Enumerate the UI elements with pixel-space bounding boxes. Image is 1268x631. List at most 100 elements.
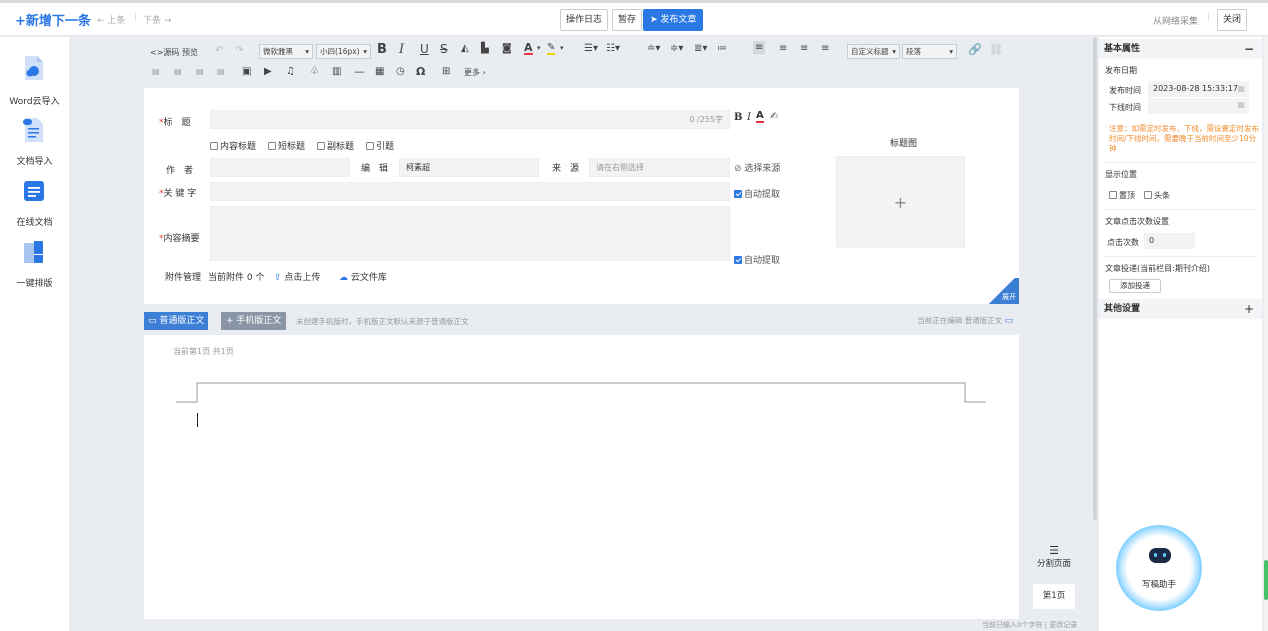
click-count-input[interactable]: 0 <box>1144 233 1195 249</box>
table-center-icon[interactable]: ▤ <box>174 67 182 76</box>
upload-link[interactable]: ⇪ 点击上传 <box>274 270 320 283</box>
page-badge[interactable]: 第1页 <box>1033 584 1075 609</box>
format-brush-icon[interactable]: ▙ <box>481 43 489 54</box>
other-settings-header[interactable]: 其他设置 + <box>1099 299 1262 319</box>
editor-area[interactable]: 当前第1页 共1页 <box>144 335 1019 619</box>
time-icon[interactable]: ◷ <box>396 66 405 77</box>
special-char-icon[interactable]: Ω <box>416 65 425 78</box>
publish-button[interactable]: ➤ 发布文章 <box>643 9 704 31</box>
pos-option-top[interactable]: 置顶 <box>1109 190 1135 201</box>
underline-icon[interactable]: U <box>420 42 429 56</box>
title-option-content[interactable]: 内容标题 <box>210 139 256 152</box>
align-justify-icon[interactable]: ≡ <box>821 43 829 54</box>
publish-time-input[interactable]: 2023-08-28 15:33:17 ▦ <box>1148 81 1249 97</box>
source-button[interactable]: <>源码 <box>150 47 179 58</box>
checkbox-checked[interactable] <box>734 256 742 264</box>
source-input[interactable]: 请在右侧选择 <box>589 158 730 177</box>
unordered-list-icon[interactable]: ☷▾ <box>606 43 620 54</box>
fold-toggle[interactable]: 展开 <box>985 278 1019 304</box>
paragraph-select[interactable]: 段落 ▾ <box>902 44 957 59</box>
unlink-icon[interactable]: ⛓ <box>989 43 1003 56</box>
title-format-icon[interactable]: ✍ <box>770 111 778 122</box>
checkbox[interactable] <box>1109 191 1117 199</box>
list-indent-icon[interactable]: ≔ <box>717 43 727 54</box>
author-input[interactable] <box>210 158 350 177</box>
checkbox[interactable] <box>268 142 276 150</box>
cloud-lib-link[interactable]: ☁ 云文件库 <box>339 270 387 283</box>
eraser-icon[interactable]: ◭ <box>461 43 469 54</box>
auto-extract-summary[interactable]: 自动提取 <box>734 253 780 266</box>
collapse-icon[interactable]: − <box>1244 39 1254 59</box>
title-image-upload[interactable]: + <box>836 156 965 248</box>
tab-normal-content[interactable]: ▭ 普通版正文 <box>144 312 209 330</box>
font-size-select[interactable]: 小四(16px) ▾ <box>316 44 371 59</box>
prev-button[interactable]: ← 上条 <box>97 13 125 26</box>
title-input[interactable]: 0 /255字 <box>210 110 730 129</box>
save-draft-button[interactable]: 暂存 <box>612 9 643 31</box>
align-center-icon[interactable]: ≡ <box>779 43 787 54</box>
title-bold-icon[interactable]: B <box>734 112 742 123</box>
title-italic-icon[interactable]: I <box>747 112 751 123</box>
checkbox-checked[interactable] <box>734 190 742 198</box>
align-right-icon[interactable]: ≡ <box>800 43 808 54</box>
next-button[interactable]: 下条 → <box>143 13 171 26</box>
para-spacing-icon[interactable]: ≑▾ <box>670 43 683 54</box>
font-family-select[interactable]: 微软雅黑 ▾ <box>259 44 313 59</box>
scrollbar-editor[interactable] <box>1093 37 1097 527</box>
attachment-icon[interactable]: ♧ <box>310 66 319 77</box>
scrollbar-thumb[interactable] <box>1264 560 1268 600</box>
align-left-icon[interactable]: ≡ <box>753 41 766 54</box>
table-none-icon[interactable]: ▤ <box>217 67 225 76</box>
new-next-button[interactable]: +新增下一条 <box>15 10 91 29</box>
expand-icon[interactable]: + <box>1244 299 1254 319</box>
keywords-input[interactable] <box>210 182 730 201</box>
chevron-down-icon[interactable]: ▾ <box>560 44 564 52</box>
offline-time-input[interactable]: ▦ <box>1148 98 1249 114</box>
basic-props-header[interactable]: 基本属性 − <box>1099 39 1262 59</box>
more-button[interactable]: 更多 › <box>464 67 486 78</box>
checkbox[interactable] <box>366 142 374 150</box>
font-color-icon[interactable]: A <box>524 42 533 55</box>
highlight-icon[interactable]: ✎ <box>547 42 556 55</box>
net-collect-link[interactable]: 从网络采集 <box>1153 14 1198 27</box>
add-submit-button[interactable]: 添加投递 <box>1109 279 1161 293</box>
redo-icon[interactable]: ↷ <box>235 45 243 56</box>
title-option-lead[interactable]: 引题 <box>366 139 394 152</box>
link-icon[interactable]: 🔗 <box>968 43 982 56</box>
auto-extract-keywords[interactable]: 自动提取 <box>734 187 780 200</box>
italic-icon[interactable]: I <box>399 42 404 57</box>
video-icon[interactable]: ▶ <box>264 66 272 77</box>
table-left-icon[interactable]: ▤ <box>152 67 160 76</box>
audio-icon[interactable]: ♫ <box>286 66 295 77</box>
date-icon[interactable]: ▦ <box>375 66 384 77</box>
close-button[interactable]: 关闭 <box>1217 9 1248 31</box>
summary-textarea[interactable] <box>210 206 730 261</box>
split-page-button[interactable]: ☰ 分割页面 <box>1033 545 1075 570</box>
title-option-short[interactable]: 短标题 <box>268 139 305 152</box>
strikethrough-icon[interactable]: S <box>440 42 448 56</box>
table-right-icon[interactable]: ▤ <box>196 67 204 76</box>
checkbox[interactable] <box>210 142 218 150</box>
clear-format-icon[interactable]: ◙ <box>502 43 512 54</box>
scrollbar[interactable] <box>1264 37 1268 631</box>
undo-icon[interactable]: ↶ <box>215 45 223 56</box>
preview-button[interactable]: 预览 <box>182 47 198 58</box>
chevron-down-icon[interactable]: ▾ <box>537 44 541 52</box>
checkbox[interactable] <box>1144 191 1152 199</box>
editor-input[interactable]: 柯素超 <box>399 158 539 177</box>
checkbox[interactable] <box>317 142 325 150</box>
ordered-list-icon[interactable]: ☰▾ <box>584 43 598 54</box>
choose-source-link[interactable]: ⊘ 选择来源 <box>734 161 780 174</box>
title-option-sub[interactable]: 副标题 <box>317 139 354 152</box>
horizontal-line-icon[interactable]: — <box>354 65 365 78</box>
tab-mobile-content[interactable]: + 手机版正文 <box>221 312 287 330</box>
image-icon[interactable]: ▣ <box>242 66 251 77</box>
pos-option-headline[interactable]: 头条 <box>1144 190 1170 201</box>
table-icon[interactable]: ⊞ <box>442 66 450 77</box>
indent-icon[interactable]: ≣▾ <box>694 43 707 54</box>
line-height-icon[interactable]: ≐▾ <box>647 43 660 54</box>
custom-title-select[interactable]: 自定义标题 ▾ <box>847 44 900 59</box>
title-color-icon[interactable]: A <box>756 111 764 123</box>
writing-assistant-button[interactable]: 写稿助手 <box>1112 525 1206 611</box>
code-icon[interactable]: ▥ <box>332 66 341 77</box>
